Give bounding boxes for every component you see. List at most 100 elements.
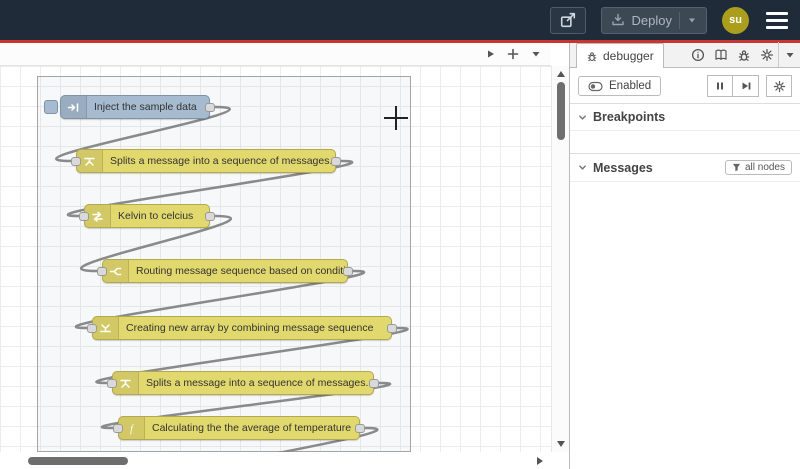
add-flow-button[interactable] <box>503 45 523 64</box>
join-icon <box>100 323 111 332</box>
main-menu-button[interactable] <box>764 10 790 31</box>
messages-section-header[interactable]: Messages all nodes <box>570 153 800 182</box>
output-port[interactable] <box>387 324 397 333</box>
breakpoints-title: Breakpoints <box>593 110 666 124</box>
debugger-toolbar: Enabled <box>570 68 800 103</box>
node-label: Splits a message into a sequence of mess… <box>146 377 369 389</box>
flow-node-func1[interactable]: f Calculating the the average of temperat… <box>113 416 365 440</box>
user-avatar[interactable]: su <box>722 6 749 34</box>
debugger-settings-button[interactable] <box>766 75 792 97</box>
export-button[interactable] <box>549 6 586 34</box>
flow-node-split2[interactable]: Splits a message into a sequence of mess… <box>107 371 379 395</box>
output-port[interactable] <box>355 424 365 433</box>
workspace: Inject the sample data Splits a message i… <box>0 43 570 469</box>
deploy-icon <box>611 13 624 26</box>
tab-debugger-label: debugger <box>603 49 654 63</box>
flow-node-split1[interactable]: Splits a message into a sequence of mess… <box>71 149 341 173</box>
output-port[interactable] <box>205 103 215 112</box>
step-icon <box>742 82 750 90</box>
messages-list <box>570 182 800 204</box>
change-icon <box>92 211 103 222</box>
gear-icon <box>773 80 785 92</box>
play-icon <box>488 50 494 58</box>
message-filter-button[interactable]: all nodes <box>724 160 792 175</box>
playback-button-group <box>707 75 759 97</box>
output-port[interactable] <box>369 379 379 388</box>
vertical-scrollbar[interactable] <box>551 66 569 452</box>
toggle-icon <box>588 81 603 91</box>
output-port[interactable] <box>205 212 215 221</box>
tab-info[interactable] <box>686 42 709 67</box>
message-filter-label: all nodes <box>744 162 785 173</box>
flow-node-inject[interactable]: Inject the sample data <box>44 95 215 119</box>
chevron-down-icon <box>532 52 540 57</box>
breakpoints-section-header[interactable]: Breakpoints <box>570 103 800 131</box>
breakpoints-list <box>570 131 800 153</box>
chevron-down-icon <box>786 52 793 57</box>
crosshair-cursor <box>384 117 408 119</box>
plus-icon <box>507 48 519 60</box>
flow-list-button[interactable] <box>526 45 546 64</box>
deploy-divider <box>679 11 680 29</box>
node-icon-box <box>61 96 87 118</box>
input-port[interactable] <box>113 424 123 433</box>
scroll-right-arrow-icon[interactable] <box>537 456 543 465</box>
funnel-icon <box>732 163 741 172</box>
sidebar: debugger Enabled Breakpoints Messages al… <box>570 42 800 469</box>
flow-node-join1[interactable]: Creating new array by combining message … <box>87 316 397 340</box>
node-label: Creating new array by combining message … <box>126 322 374 334</box>
tab-debugger[interactable]: debugger <box>576 43 664 68</box>
output-port[interactable] <box>331 157 341 166</box>
inject-run-button[interactable] <box>44 100 58 114</box>
step-button[interactable] <box>733 75 759 97</box>
flow-canvas[interactable]: Inject the sample data Splits a message i… <box>0 66 551 452</box>
menu-icon <box>766 11 788 15</box>
inject-icon <box>67 102 79 112</box>
output-port[interactable] <box>343 267 353 276</box>
sidebar-tab-list-button[interactable] <box>778 42 800 67</box>
debugger-enabled-toggle[interactable]: Enabled <box>578 76 662 96</box>
scroll-tabs-button[interactable] <box>480 45 500 64</box>
sidebar-tab-icons <box>686 42 800 67</box>
pause-button[interactable] <box>707 75 733 97</box>
input-port[interactable] <box>97 267 107 276</box>
flow-node-change1[interactable]: Kelvin to celcius <box>79 204 215 228</box>
horizontal-scrollbar-thumb[interactable] <box>28 457 128 465</box>
gear-icon <box>760 48 773 61</box>
function-icon: f <box>130 424 134 435</box>
node-label: Routing message sequence based on condit… <box>136 265 347 277</box>
split-icon <box>120 379 131 388</box>
input-port[interactable] <box>107 379 117 388</box>
messages-title: Messages <box>593 160 653 175</box>
export-icon <box>560 12 575 28</box>
debugger-tab-icon <box>587 52 597 62</box>
scroll-down-arrow-icon[interactable] <box>556 441 565 447</box>
deploy-button[interactable]: Deploy <box>600 6 707 34</box>
node-label: Splits a message into a sequence of mess… <box>110 155 333 167</box>
tab-help[interactable] <box>709 42 732 67</box>
node-label: Inject the sample data <box>94 101 197 113</box>
flow-node-switch1[interactable]: Routing message sequence based on condit… <box>97 259 353 283</box>
input-port[interactable] <box>87 324 97 333</box>
scroll-up-arrow-icon[interactable] <box>556 71 565 77</box>
debugger-controls <box>707 75 792 97</box>
tab-config[interactable] <box>755 42 778 67</box>
header: Deploy su <box>0 0 800 40</box>
vertical-scrollbar-thumb[interactable] <box>557 82 565 140</box>
sidebar-tabbar: debugger <box>570 42 800 68</box>
node-red-app: Deploy su Inject the sample data Splits … <box>0 0 800 469</box>
switch-icon <box>109 267 122 275</box>
workspace-toolbar <box>0 43 551 66</box>
tab-debug[interactable] <box>732 42 755 67</box>
enabled-label: Enabled <box>609 80 652 92</box>
input-port[interactable] <box>79 212 89 221</box>
chevron-down-icon[interactable] <box>687 15 697 25</box>
node-label: Calculating the the average of temperatu… <box>152 422 352 434</box>
input-port[interactable] <box>71 157 81 166</box>
horizontal-scrollbar[interactable] <box>0 452 551 469</box>
info-icon <box>691 48 704 61</box>
chevron-down-icon <box>579 165 586 170</box>
split-icon <box>84 157 95 166</box>
svg-text:f: f <box>130 424 134 435</box>
book-icon <box>714 49 727 60</box>
